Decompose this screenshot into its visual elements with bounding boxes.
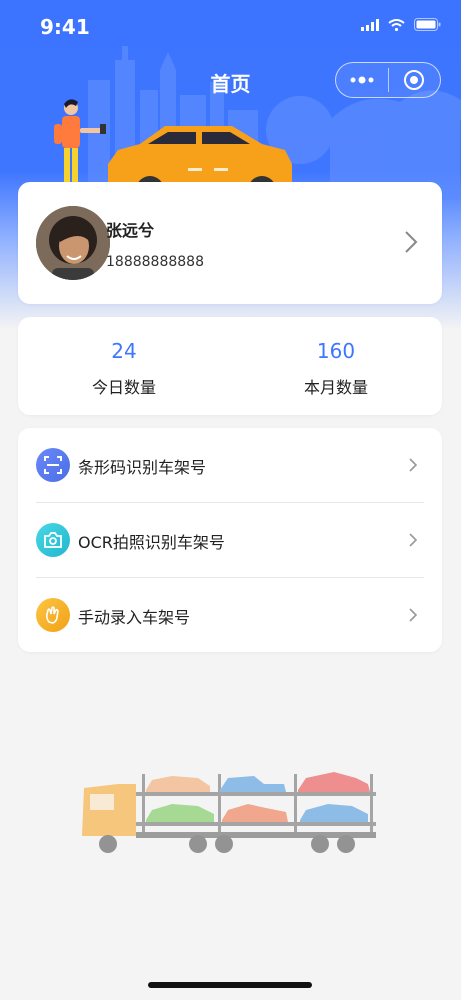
miniprogram-capsule — [335, 62, 441, 98]
menu-item-label: 手动录入车架号 — [78, 608, 191, 627]
stats-card: 24 今日数量 160 本月数量 — [18, 317, 442, 415]
car-carrier-truck-illustration — [82, 772, 376, 853]
battery-icon — [414, 18, 441, 31]
user-name: 张远兮 — [106, 221, 155, 240]
chevron-right-icon — [409, 458, 418, 472]
close-miniprogram-button[interactable] — [389, 63, 441, 97]
more-dots-icon — [350, 76, 374, 84]
wifi-icon — [388, 18, 405, 31]
menu-item-barcode-scan[interactable]: 条形码识别车架号 — [18, 428, 442, 502]
menu-item-label: OCR拍照识别车架号 — [78, 533, 225, 552]
menu-item-ocr-photo[interactable]: OCR拍照识别车架号 — [18, 503, 442, 577]
chevron-right-icon — [405, 231, 418, 253]
camera-icon — [36, 523, 70, 557]
barcode-scan-icon — [36, 448, 70, 482]
user-phone: 18888888888 — [106, 254, 204, 270]
stat-today: 24 今日数量 — [18, 317, 230, 415]
stat-month: 160 本月数量 — [230, 317, 442, 415]
stat-month-label: 本月数量 — [303, 378, 368, 397]
menu-item-manual-entry[interactable]: 手动录入车架号 — [18, 578, 442, 652]
menu-card: 条形码识别车架号 OCR拍照识别车架号 手动录入车架号 — [18, 428, 442, 652]
stat-today-value: 24 — [111, 339, 137, 363]
status-bar: 9:41 — [0, 0, 461, 54]
profile-card[interactable] — [18, 182, 442, 304]
chevron-right-icon — [409, 533, 418, 547]
chevron-right-icon — [409, 608, 418, 622]
hand-icon — [36, 598, 70, 632]
status-time: 9:41 — [40, 15, 90, 39]
home-indicator[interactable] — [148, 982, 312, 988]
stat-today-label: 今日数量 — [91, 378, 156, 397]
more-button[interactable] — [336, 63, 388, 97]
avatar — [36, 206, 110, 280]
menu-item-label: 条形码识别车架号 — [78, 458, 207, 477]
target-close-icon — [404, 70, 425, 90]
signal-icon — [361, 18, 379, 31]
stat-month-value: 160 — [316, 339, 356, 363]
